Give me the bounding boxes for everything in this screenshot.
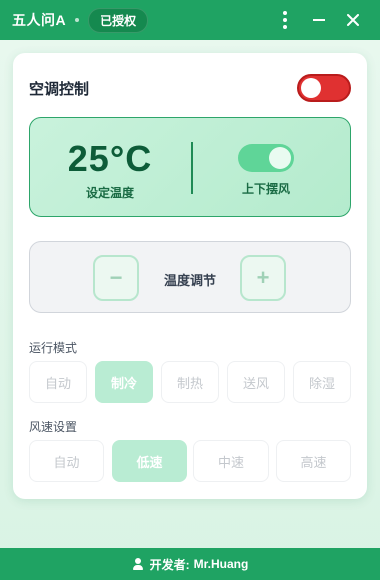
more-options-button[interactable]	[270, 5, 300, 35]
card-header: 空调控制	[29, 73, 351, 103]
mode-section-label: 运行模式	[29, 341, 78, 355]
fan-option-auto[interactable]: 自动	[29, 440, 104, 482]
app-title: 五人问A	[12, 12, 67, 28]
minus-icon: −	[109, 265, 123, 290]
title-bar: 五人问A 已授权	[0, 0, 380, 40]
swing-control: 上下摆风	[193, 118, 352, 218]
developer-name: Mr.Huang	[193, 557, 249, 571]
swing-label: 上下摆风	[241, 182, 290, 196]
mode-option-dry[interactable]: 除湿	[293, 361, 351, 403]
mode-option-heat[interactable]: 制热	[161, 361, 219, 403]
title-separator-dot	[75, 18, 80, 22]
developer-label: 开发者:	[149, 557, 190, 572]
plus-icon: +	[256, 265, 270, 290]
mode-option-auto[interactable]: 自动	[29, 361, 87, 403]
power-toggle[interactable]	[297, 74, 351, 102]
temperature-increase-button[interactable]: +	[240, 255, 286, 301]
temperature-adjust-panel: − 温度调节 +	[29, 241, 351, 313]
mode-option-fan[interactable]: 送风	[227, 361, 285, 403]
temperature-decrease-button[interactable]: −	[93, 255, 139, 301]
minimize-button[interactable]	[304, 5, 334, 35]
card-title: 空调控制	[29, 80, 90, 98]
swing-toggle-knob	[269, 147, 291, 169]
status-panel: 25°C 设定温度 上下摆风	[29, 117, 351, 217]
fan-option-high[interactable]: 高速	[276, 440, 351, 482]
minimize-icon	[313, 19, 325, 21]
fan-section-label: 风速设置	[29, 420, 78, 434]
person-icon	[132, 558, 144, 570]
temperature-value: 25°C	[67, 138, 153, 179]
footer-bar: 开发者: Mr.Huang	[0, 548, 380, 580]
ac-control-card: 空调控制 25°C 设定温度 上下摆风 − 温度调节 + 运行模式 自动 制冷 …	[13, 53, 367, 499]
authorized-badge: 已授权	[88, 7, 149, 33]
temperature-display: 25°C 设定温度	[30, 118, 190, 218]
fan-option-low[interactable]: 低速	[112, 440, 187, 482]
close-icon	[347, 14, 359, 26]
power-toggle-knob	[301, 78, 321, 98]
temperature-label: 设定温度	[85, 186, 134, 200]
swing-toggle[interactable]	[238, 144, 294, 172]
kebab-menu-icon	[283, 11, 287, 29]
fan-option-medium[interactable]: 中速	[193, 440, 269, 482]
mode-option-cool[interactable]: 制冷	[95, 361, 153, 403]
temperature-adjust-label: 温度调节	[163, 273, 216, 288]
close-button[interactable]	[338, 5, 368, 35]
